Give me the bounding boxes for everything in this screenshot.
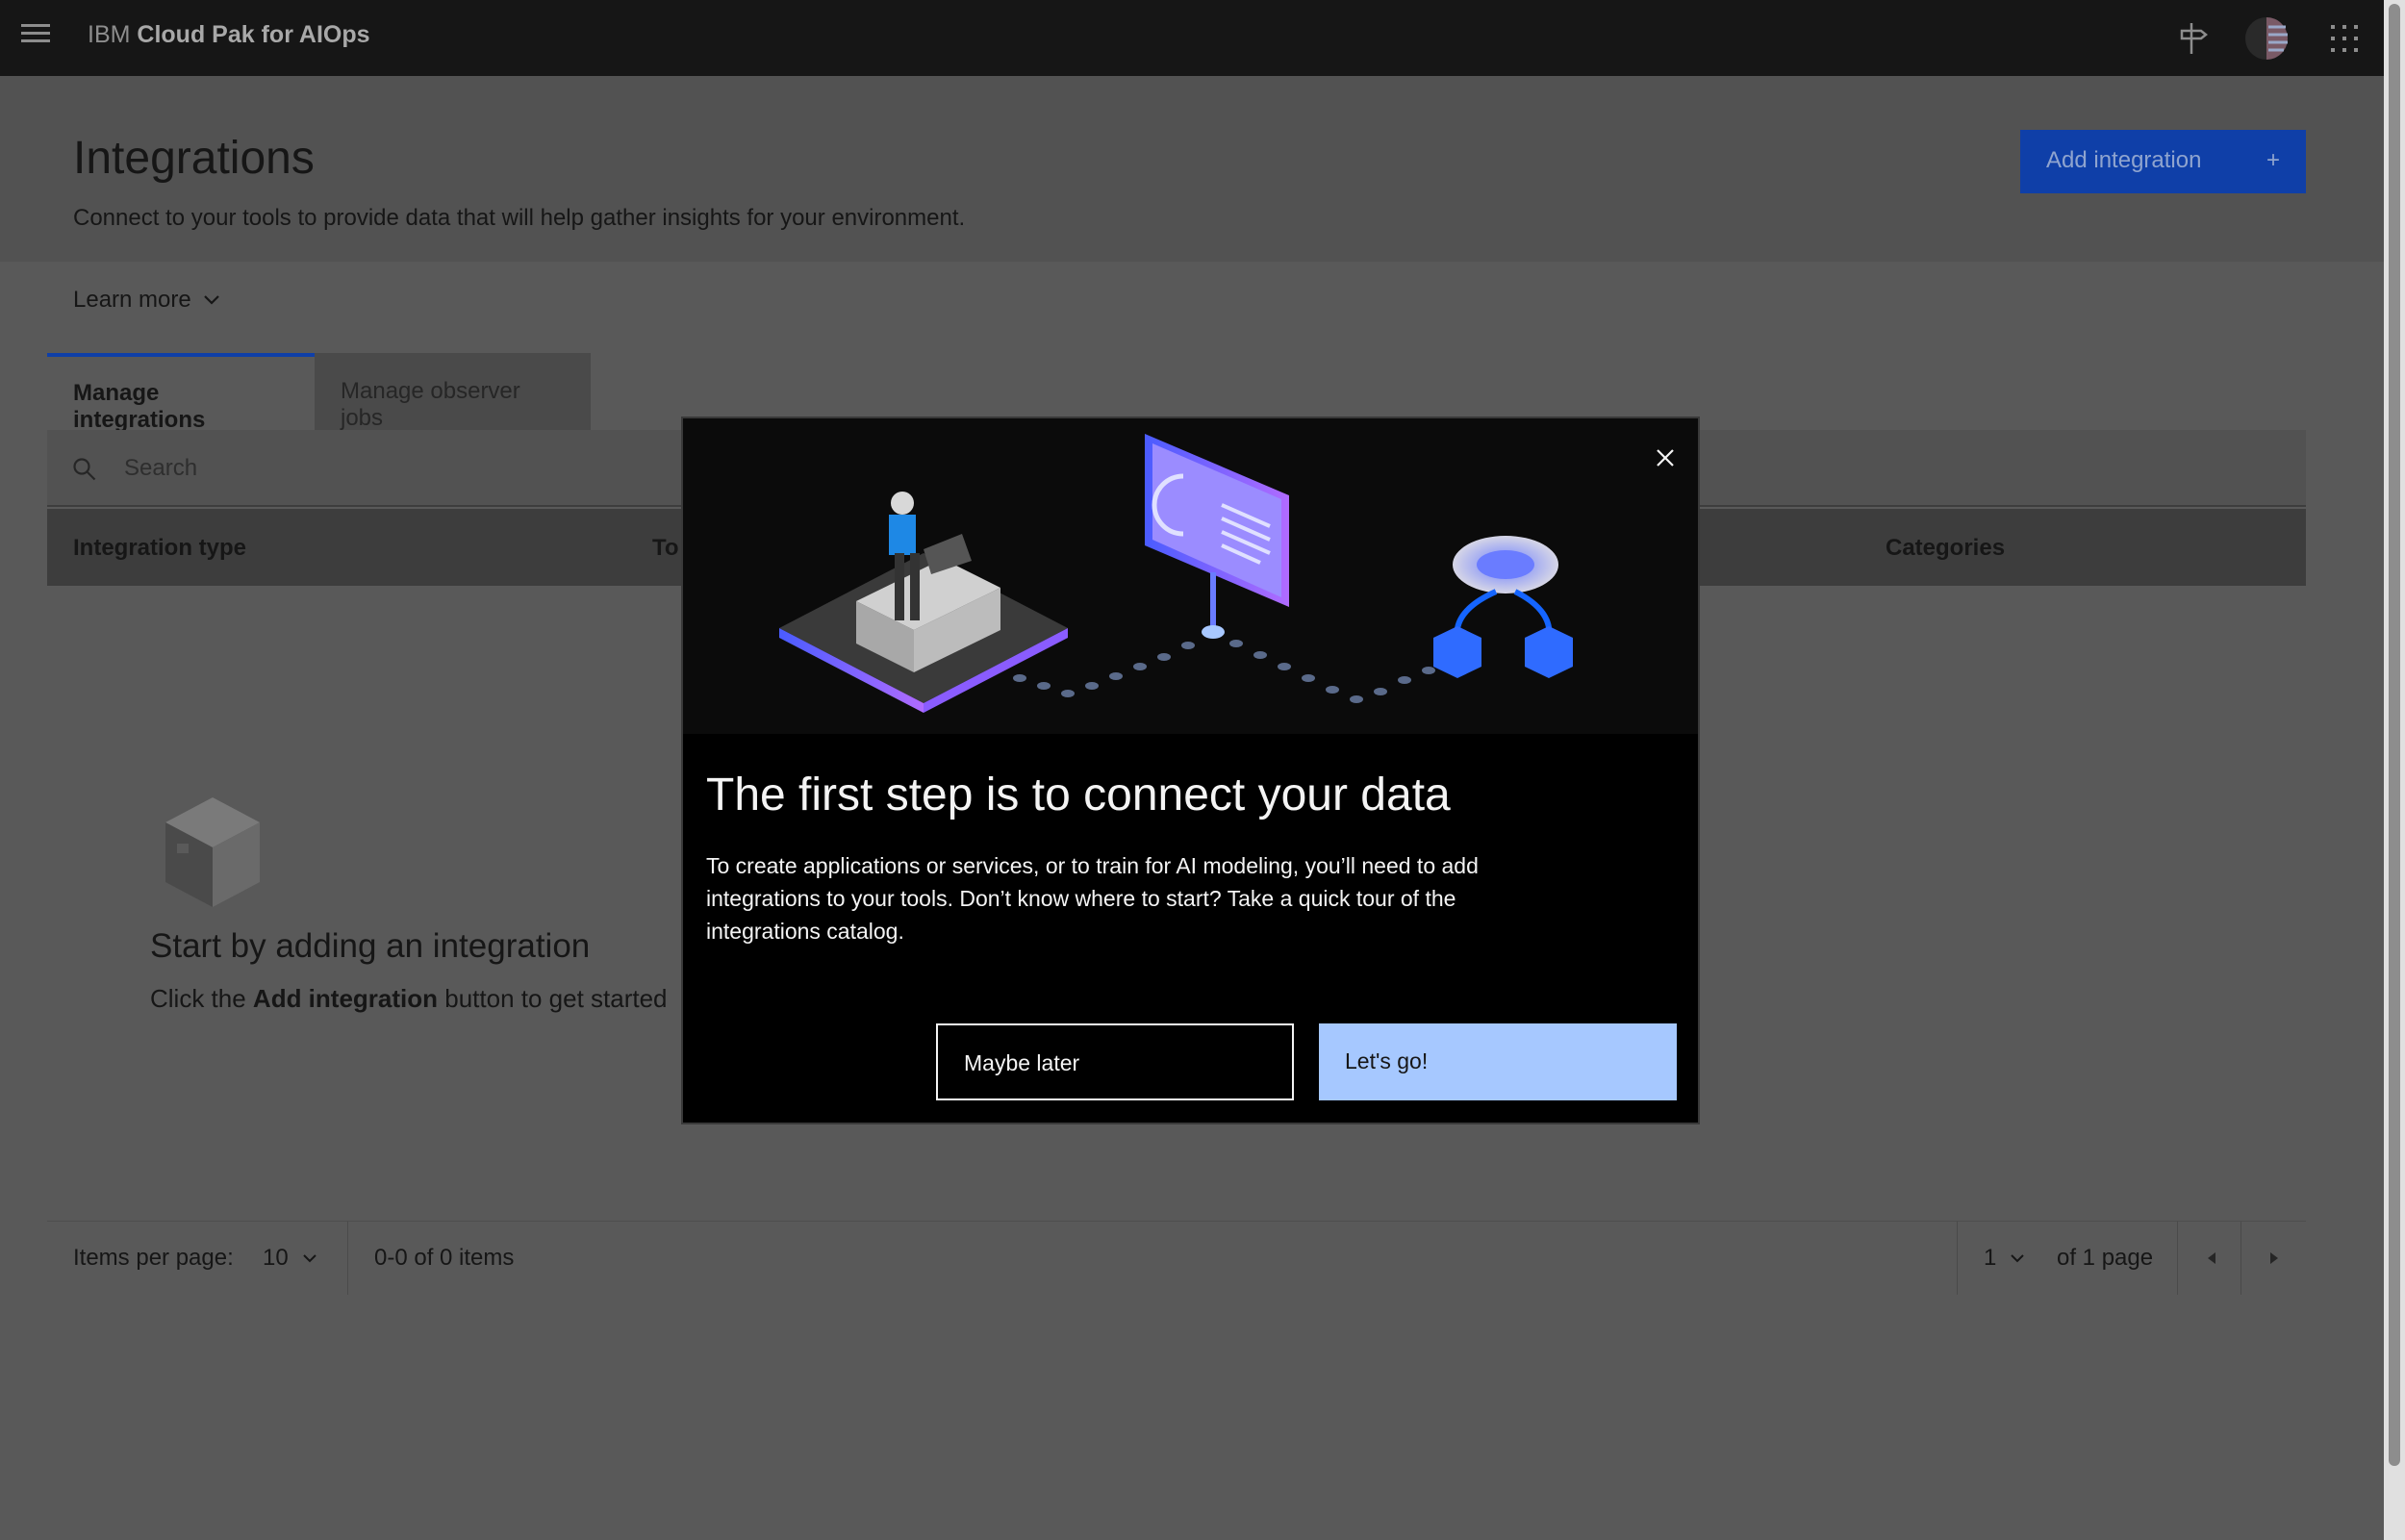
- page-count: of 1 page: [2057, 1245, 2154, 1271]
- divider: [1957, 1222, 1958, 1295]
- items-per-page-label: Items per page:: [73, 1245, 234, 1271]
- page-select[interactable]: 1: [1984, 1245, 2025, 1272]
- plus-icon: +: [2266, 147, 2280, 173]
- maybe-later-button[interactable]: Maybe later: [936, 1023, 1294, 1100]
- chevron-down-icon: [2011, 1254, 2025, 1263]
- tab-manage-integrations[interactable]: Manage integrations: [47, 353, 315, 433]
- modal-title: The first step is to connect your data: [706, 770, 1451, 820]
- box-icon: [165, 797, 260, 907]
- column-integration-type[interactable]: Integration type: [73, 535, 246, 562]
- caret-left-icon[interactable]: [2204, 1249, 2219, 1268]
- avatar-icon[interactable]: [2243, 15, 2290, 62]
- tab-manage-observer-jobs[interactable]: Manage observer jobs: [315, 353, 591, 431]
- pagination: Items per page: 10 0-0 of 0 items 1 of 1…: [47, 1221, 2306, 1295]
- items-per-page-select[interactable]: 10: [263, 1245, 317, 1272]
- product-name[interactable]: IBM Cloud Pak for AIOps: [88, 21, 370, 49]
- add-integration-button[interactable]: Add integration +: [2020, 130, 2306, 193]
- close-icon[interactable]: [1651, 443, 1680, 472]
- search-input[interactable]: Search: [124, 455, 197, 482]
- modal-body: To create applications or services, or t…: [706, 853, 1479, 944]
- app-switcher-icon[interactable]: [2321, 15, 2367, 62]
- page-header: Integrations Connect to your tools to pr…: [0, 76, 2384, 262]
- shell-header: IBM Cloud Pak for AIOps: [0, 0, 2384, 76]
- chevron-down-icon: [203, 295, 219, 305]
- lets-go-button[interactable]: Let's go!: [1319, 1023, 1677, 1100]
- signpost-icon[interactable]: [2168, 15, 2215, 62]
- caret-right-icon[interactable]: [2266, 1249, 2282, 1268]
- learn-more-toggle[interactable]: Learn more: [73, 287, 220, 314]
- hamburger-menu-icon[interactable]: [21, 24, 50, 47]
- column-to[interactable]: To: [652, 535, 679, 562]
- connect-data-illustration: [683, 418, 1698, 734]
- column-categories[interactable]: Categories: [1886, 535, 2005, 562]
- page-scrollbar[interactable]: [2384, 0, 2405, 1540]
- page-subtitle: Connect to your tools to provide data th…: [73, 205, 966, 231]
- empty-state-title: Start by adding an integration: [150, 927, 591, 965]
- divider: [2177, 1222, 2178, 1295]
- divider: [2240, 1222, 2241, 1295]
- divider: [347, 1222, 348, 1295]
- item-range: 0-0 of 0 items: [374, 1245, 515, 1271]
- empty-state-subtitle: Click the Add integration button to get …: [150, 984, 668, 1013]
- page-title: Integrations: [73, 133, 315, 184]
- scrollbar-thumb[interactable]: [2389, 4, 2400, 1466]
- chevron-down-icon: [302, 1254, 316, 1263]
- onboarding-modal: The first step is to connect your data T…: [681, 417, 1700, 1124]
- search-icon: [73, 458, 96, 481]
